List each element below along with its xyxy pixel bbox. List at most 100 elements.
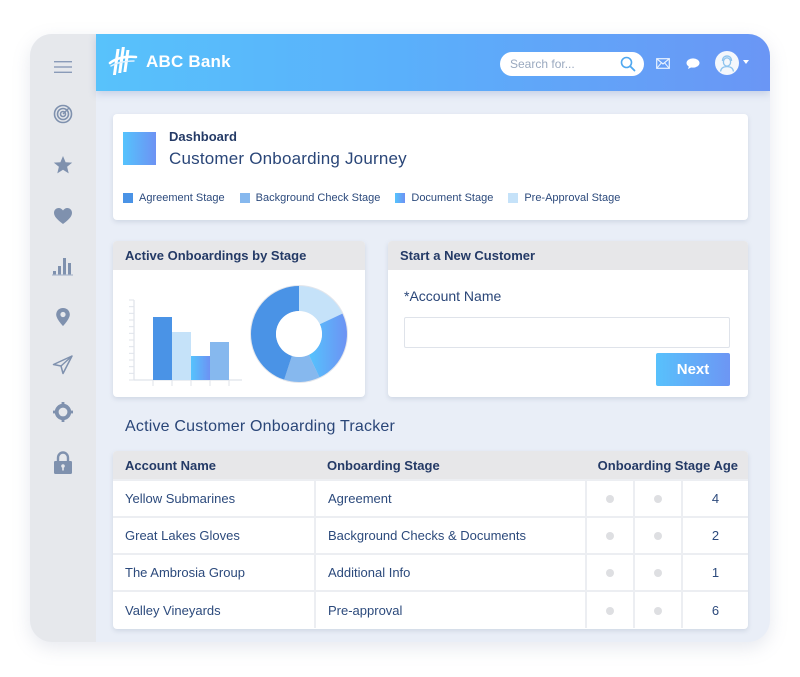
mail-icon[interactable]: [656, 58, 670, 69]
new-customer-title: Start a New Customer: [400, 248, 536, 263]
account-name-input[interactable]: [404, 317, 730, 348]
sidebar-item-favorites[interactable]: [30, 150, 96, 180]
card-header: Start a New Customer: [388, 241, 748, 270]
legend-item-document: Document Stage: [395, 192, 493, 204]
stage-age-cell: 1: [680, 554, 748, 591]
stage-indicator-cell: [632, 591, 682, 628]
sidebar: [30, 34, 96, 642]
bar-document: [191, 356, 210, 380]
sidebar-item-analytics[interactable]: [30, 251, 96, 281]
star-icon: [53, 156, 73, 174]
brand-name: ABC Bank: [146, 52, 231, 71]
bar-chart-icon: [52, 258, 73, 276]
brand[interactable]: ABC Bank: [108, 46, 231, 78]
active-onboardings-chart-card: Active Onboardings by Stage: [113, 241, 365, 397]
legend-label: Agreement Stage: [139, 192, 225, 204]
bank-logo-icon: [108, 47, 138, 75]
table-row[interactable]: Valley Vineyards Pre-approval 6: [113, 591, 748, 628]
status-dot: [653, 495, 662, 503]
legend-swatch: [508, 193, 519, 203]
dashboard-header-card: Dashboard Customer Onboarding Journey Ag…: [113, 114, 748, 220]
stage-age-cell: 4: [680, 480, 748, 517]
account-name-cell[interactable]: Valley Vineyards: [113, 591, 315, 628]
table-row[interactable]: The Ambrosia Group Additional Info 1: [113, 554, 748, 591]
map-pin-icon: [56, 308, 70, 326]
status-dot: [605, 606, 614, 615]
legend-label: Pre-Approval Stage: [524, 192, 621, 204]
heart-icon: [54, 208, 72, 224]
legend-swatch: [239, 193, 250, 203]
status-dot: [605, 532, 614, 540]
account-name-cell[interactable]: Great Lakes Gloves: [113, 517, 315, 554]
stage-charts: [129, 285, 348, 386]
user-avatar[interactable]: [715, 51, 739, 75]
bar-pre-approval: [172, 332, 191, 380]
account-name-cell[interactable]: Yellow Submarines: [113, 480, 315, 517]
stage-legend: Agreement Stage Background Check Stage D…: [123, 192, 635, 204]
bar-agreement: [153, 317, 172, 380]
status-dot: [653, 606, 662, 615]
legend-swatch: [395, 193, 406, 203]
onboarding-stage-cell: Background Checks & Documents: [314, 517, 586, 554]
caret-down-icon[interactable]: [743, 60, 749, 64]
search-box[interactable]: [500, 52, 644, 76]
hamburger-menu-icon: [54, 61, 72, 73]
sidebar-item-settings[interactable]: [30, 397, 96, 427]
sidebar-item-send[interactable]: [30, 350, 96, 380]
stage-indicator-cell: [584, 591, 634, 628]
donut-chart: [250, 285, 348, 383]
sidebar-item-targets[interactable]: [30, 99, 96, 129]
table-row[interactable]: Yellow Submarines Agreement 4: [113, 480, 748, 517]
legend-label: Background Check Stage: [255, 192, 381, 204]
sidebar-item-locations[interactable]: [30, 302, 96, 332]
status-dot: [605, 569, 614, 577]
stage-age-cell: 6: [680, 591, 748, 628]
status-dot: [653, 532, 662, 540]
search-icon[interactable]: [620, 56, 636, 72]
chart-card-title: Active Onboardings by Stage: [125, 248, 307, 263]
paper-plane-icon: [52, 355, 73, 375]
stage-indicator-cell: [584, 554, 634, 591]
new-customer-card: Start a New Customer *Account Name Next: [388, 241, 748, 397]
legend-label: Document Stage: [411, 192, 494, 204]
column-header-onboarding-stage[interactable]: Onboarding Stage: [315, 451, 586, 480]
legend-item-background-check: Background Check Stage: [239, 192, 381, 204]
table-header-row: Account Name Onboarding Stage Onboarding…: [113, 451, 748, 480]
app-window: ABC Bank Dashboard Custom: [30, 34, 770, 642]
next-button[interactable]: Next: [656, 353, 730, 386]
donut-hole: [276, 311, 322, 357]
legend-swatch: [123, 193, 133, 203]
onboarding-stage-cell: Additional Info: [314, 554, 586, 591]
stage-indicator-cell: [584, 480, 634, 517]
legend-item-agreement: Agreement Stage: [123, 192, 225, 204]
status-dot: [605, 495, 614, 503]
dashboard-label: Dashboard: [169, 129, 237, 144]
account-name-cell[interactable]: The Ambrosia Group: [113, 554, 315, 591]
stage-indicator-cell: [632, 480, 682, 517]
onboarding-stage-cell: Pre-approval: [314, 591, 586, 628]
sidebar-item-likes[interactable]: [30, 201, 96, 231]
bar-chart: [153, 317, 229, 380]
table-row[interactable]: Great Lakes Gloves Background Checks & Do…: [113, 517, 748, 554]
page-title: Customer Onboarding Journey: [169, 149, 407, 168]
gear-icon: [53, 402, 73, 422]
sidebar-item-security[interactable]: [30, 448, 96, 478]
target-icon: [53, 104, 73, 124]
stage-age-cell: 2: [680, 517, 748, 554]
stage-indicator-cell: [584, 517, 634, 554]
bar-background-check: [210, 342, 229, 380]
column-header-account-name[interactable]: Account Name: [113, 451, 315, 480]
dashboard-logo-square: [123, 132, 156, 165]
status-dot: [653, 569, 662, 577]
account-name-label: *Account Name: [404, 288, 502, 304]
card-header: Active Onboardings by Stage: [113, 241, 365, 270]
stage-indicator-cell: [632, 554, 682, 591]
search-input[interactable]: [510, 57, 620, 71]
tracker-table: Account Name Onboarding Stage Onboarding…: [113, 451, 748, 628]
sidebar-item-menu[interactable]: [30, 52, 96, 82]
user-avatar-icon: [719, 55, 735, 72]
column-header-stage-age[interactable]: Onboarding Stage Age: [586, 451, 748, 480]
legend-item-pre-approval: Pre-Approval Stage: [508, 192, 620, 204]
onboarding-stage-cell: Agreement: [314, 480, 586, 517]
chat-icon[interactable]: [686, 58, 700, 69]
